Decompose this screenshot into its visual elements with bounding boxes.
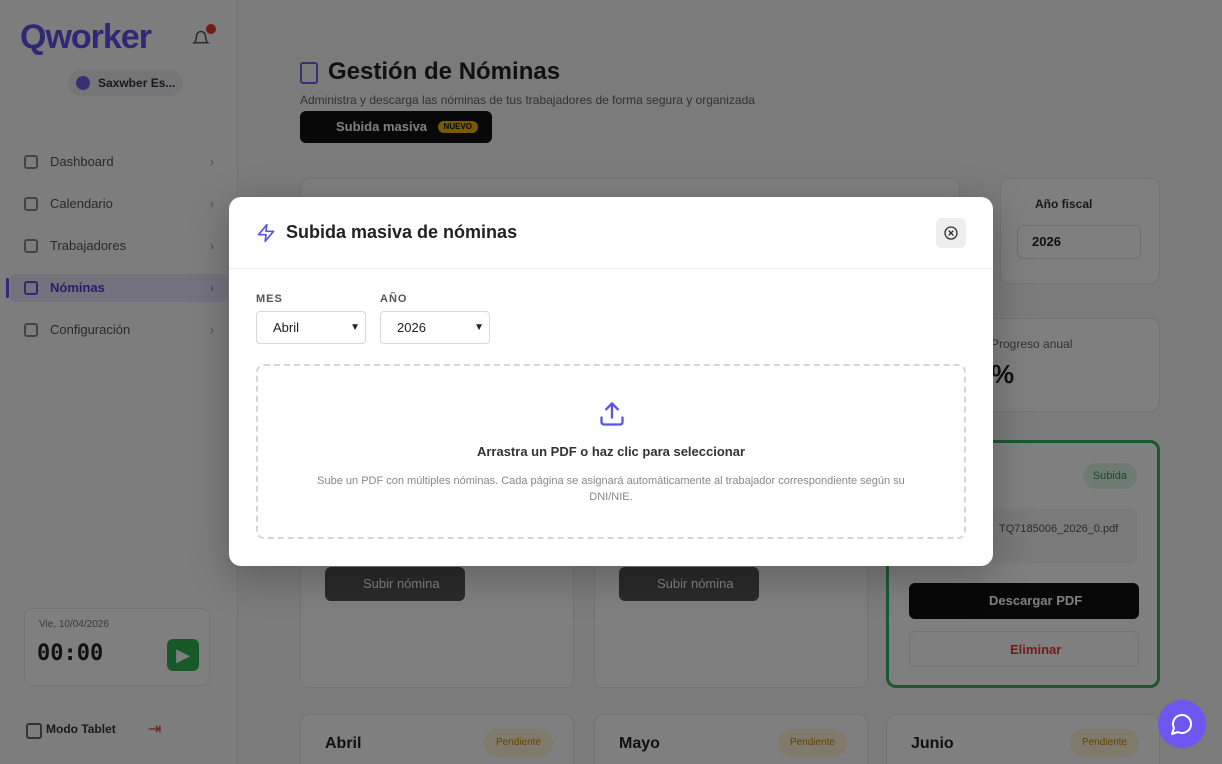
modal-title: Subida masiva de nóminas <box>286 222 518 242</box>
month-label: MES <box>256 293 283 305</box>
month-select[interactable]: Abril ▼ <box>256 311 366 344</box>
close-icon <box>944 226 958 240</box>
modal-header: Subida masiva de nóminas <box>229 197 993 269</box>
dropzone-subtitle: Sube un PDF con múltiples nóminas. Cada … <box>317 475 905 503</box>
chat-button[interactable] <box>1158 700 1206 748</box>
chevron-down-icon: ▼ <box>474 322 484 333</box>
bulk-upload-modal: Subida masiva de nóminas MES Abril ▼ AÑO… <box>229 197 993 566</box>
chat-bubble-icon <box>1171 714 1192 735</box>
year-select[interactable]: 2026 ▼ <box>380 311 490 344</box>
pdf-dropzone[interactable]: Arrastra un PDF o haz clic para seleccio… <box>256 364 966 539</box>
upload-icon <box>600 402 624 426</box>
year-label: AÑO <box>380 293 408 305</box>
lightning-icon <box>257 223 275 243</box>
chevron-down-icon: ▼ <box>350 322 360 333</box>
month-select-value: Abril <box>273 320 300 335</box>
dropzone-title: Arrastra un PDF o haz clic para seleccio… <box>476 444 746 459</box>
year-select-value: 2026 <box>397 320 426 335</box>
close-button[interactable] <box>936 218 966 248</box>
